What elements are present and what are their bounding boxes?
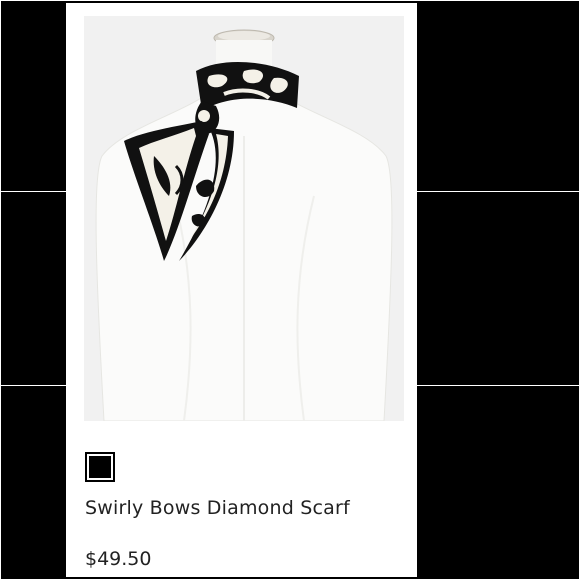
swatch-fill: [89, 456, 111, 478]
product-card[interactable]: Swirly Bows Diamond Scarf $49.50: [66, 3, 417, 577]
product-image[interactable]: [84, 16, 404, 421]
product-price: $49.50: [85, 548, 152, 570]
color-swatch-black[interactable]: [85, 452, 115, 482]
product-name[interactable]: Swirly Bows Diamond Scarf: [85, 497, 350, 519]
